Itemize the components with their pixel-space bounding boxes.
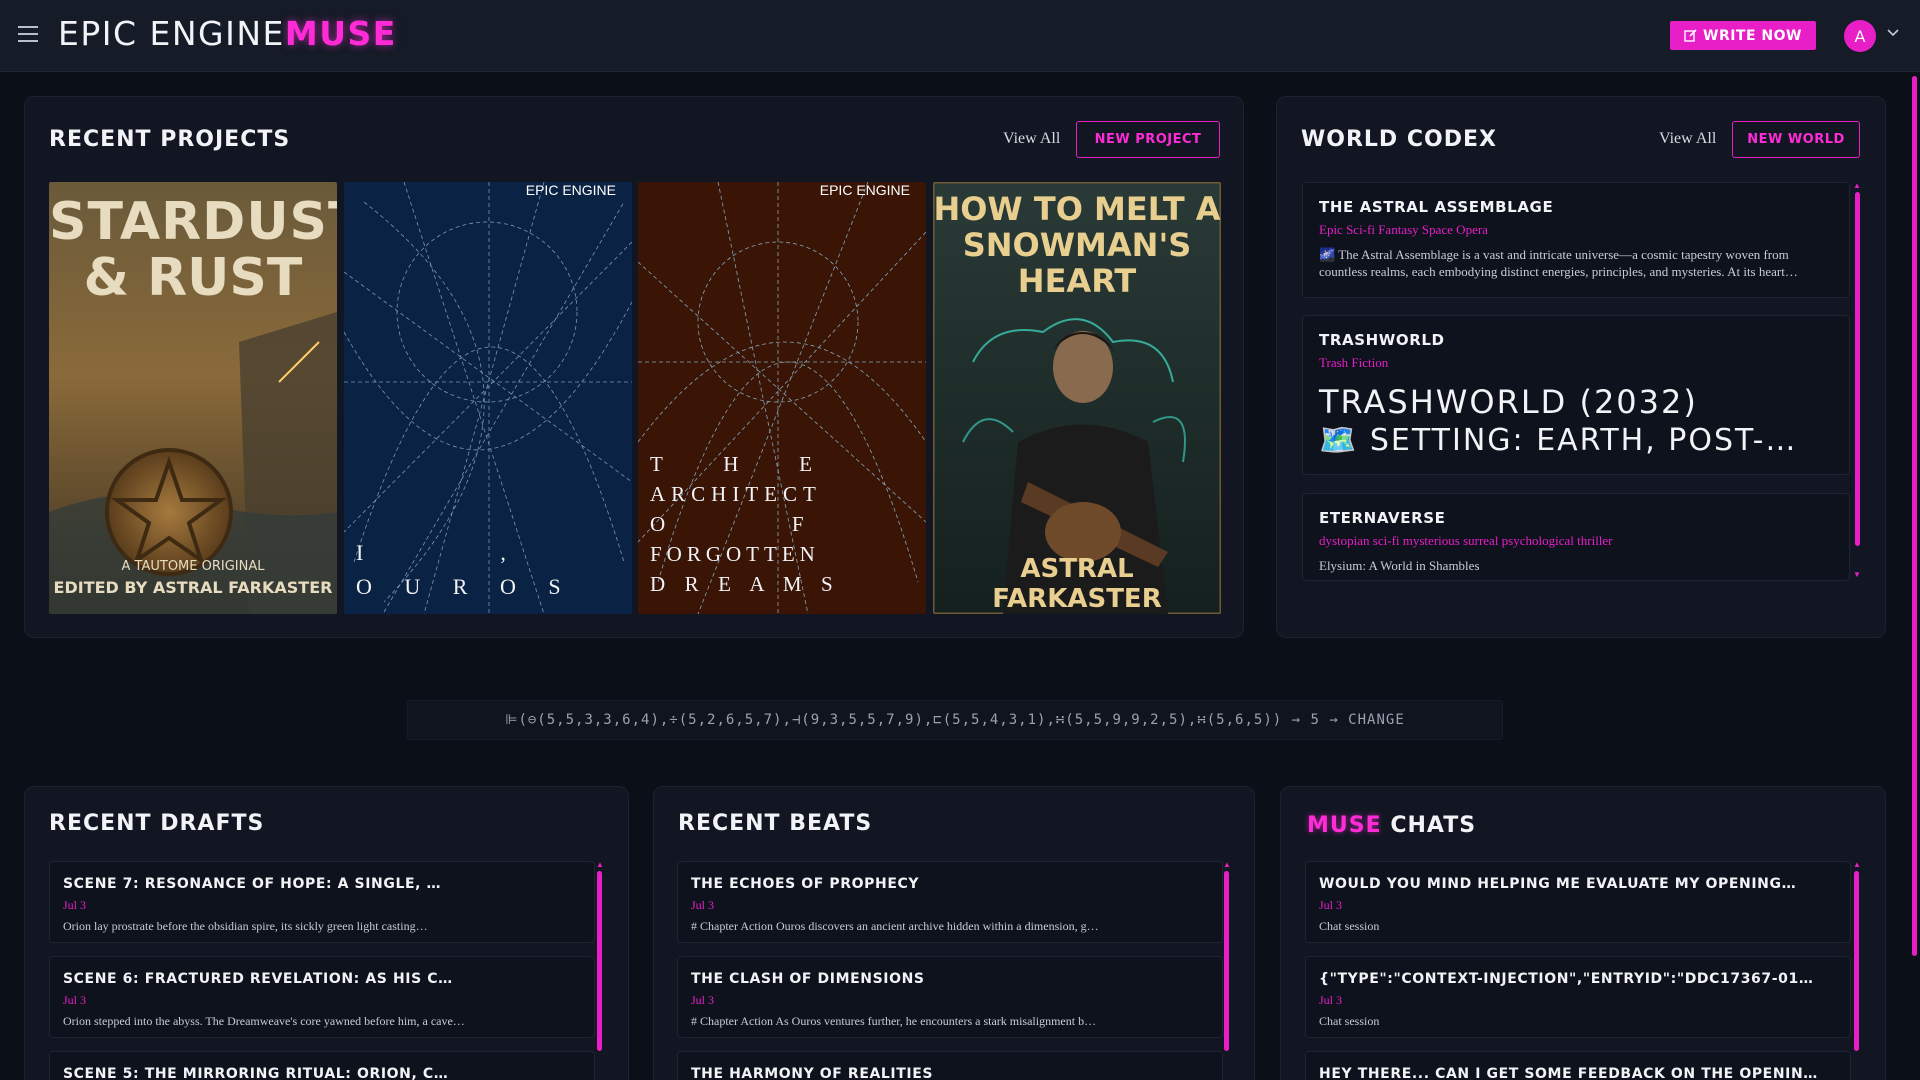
draft-title: SCENE 7: RESONANCE OF HOPE: A SINGLE, …	[63, 876, 442, 892]
muse-chats-label: CHATS	[1390, 813, 1477, 838]
cover-tagline: A TAUTOME ORIGINAL	[121, 559, 265, 574]
draft-text: Orion lay prostrate before the obsidian …	[63, 919, 428, 933]
project-cover-architect[interactable]: EPIC ENGINE T H E ARCHITECT O F FORGOTTE…	[638, 182, 926, 614]
codex-scroll-up-icon[interactable]: ▲	[1853, 181, 1861, 190]
drafts-scroll-up-icon[interactable]: ▲	[596, 860, 604, 869]
codex-card-subtitle: Epic Sci-fi Fantasy Space Opera	[1319, 222, 1488, 237]
beat-text: # Chapter Action Ouros discovers an anci…	[691, 919, 1099, 933]
formula-strip: ⊫(⊖(5,5,3,3,6,4),÷(5,2,6,5,7),⊣(9,3,5,5,…	[407, 700, 1503, 740]
write-now-label: WRITE NOW	[1703, 27, 1802, 44]
page-scrollbar[interactable]	[1912, 76, 1917, 956]
codex-scroll-down-icon[interactable]: ▼	[1853, 570, 1861, 579]
codex-view-all-link[interactable]: View All	[1659, 130, 1716, 148]
codex-card-heading-2: 🗺️ SETTING: EARTH, POST-…	[1319, 423, 1798, 458]
chat-card[interactable]: {"TYPE":"CONTEXT-INJECTION","ENTRYID":"D…	[1305, 956, 1851, 1038]
cover-title-l1: HOW TO MELT A	[933, 190, 1221, 228]
new-project-button[interactable]: NEW PROJECT	[1076, 121, 1220, 158]
project-cover-stardust[interactable]: STARDUST & RUST A TAUTOME ORIGINAL EDITE…	[49, 182, 337, 614]
cover-title-l1: STARDUST	[49, 192, 337, 252]
app-logo[interactable]: EPIC ENGINEMUSE	[58, 14, 397, 53]
avatar[interactable]: A	[1844, 20, 1876, 52]
chat-title: HEY THERE... CAN I GET SOME FEEDBACK ON …	[1319, 1066, 1818, 1080]
cover-brand: EPIC ENGINE	[819, 182, 910, 198]
codex-card-subtitle: Trash Fiction	[1319, 355, 1389, 370]
cover-title-l3: HEART	[1017, 262, 1137, 300]
beat-card[interactable]: THE CLASH OF DIMENSIONS Jul 3 # Chapter …	[677, 956, 1223, 1038]
cover-line-2: O U R O S	[356, 574, 565, 599]
beat-date: Jul 3	[691, 898, 715, 912]
cover-credit: EDITED BY ASTRAL FARKASTER	[53, 578, 333, 597]
beat-title: THE CLASH OF DIMENSIONS	[691, 971, 925, 987]
world-codex-title: WORLD CODEX	[1301, 127, 1497, 152]
codex-card-eternaverse[interactable]: ETERNAVERSE dystopian sci-fi mysterious …	[1302, 493, 1850, 581]
chevron-down-icon[interactable]	[1886, 26, 1900, 45]
beat-title: THE ECHOES OF PROPHECY	[691, 876, 920, 892]
chat-text: Chat session	[1319, 1014, 1380, 1028]
chats-scroll-up-icon[interactable]: ▲	[1853, 860, 1861, 869]
projects-view-all-link[interactable]: View All	[1003, 130, 1060, 148]
codex-card-title: ETERNAVERSE	[1319, 509, 1446, 527]
beat-card[interactable]: THE HARMONY OF REALITIES	[677, 1051, 1223, 1080]
cover-line-4: FORGOTTEN	[650, 542, 820, 566]
project-cover-snowman[interactable]: HOW TO MELT A SNOWMAN'S HEART ASTRAL FAR…	[933, 182, 1221, 614]
draft-card[interactable]: SCENE 6: FRACTURED REVELATION: AS HIS C……	[49, 956, 595, 1038]
chat-title: {"TYPE":"CONTEXT-INJECTION","ENTRYID":"D…	[1319, 971, 1814, 987]
chat-card[interactable]: HEY THERE... CAN I GET SOME FEEDBACK ON …	[1305, 1051, 1851, 1080]
write-now-button[interactable]: WRITE NOW	[1670, 21, 1816, 50]
codex-card-astral[interactable]: THE ASTRAL ASSEMBLAGE Epic Sci-fi Fantas…	[1302, 182, 1850, 298]
recent-beats-title: RECENT BEATS	[678, 811, 873, 836]
beat-card[interactable]: THE ECHOES OF PROPHECY Jul 3 # Chapter A…	[677, 861, 1223, 943]
draft-title: SCENE 6: FRACTURED REVELATION: AS HIS C…	[63, 971, 453, 987]
beat-title: THE HARMONY OF REALITIES	[691, 1066, 934, 1080]
draft-title: SCENE 5: THE MIRRORING RITUAL: ORION, C…	[63, 1066, 449, 1080]
beats-scrollbar[interactable]	[1224, 871, 1229, 1051]
muse-chats-title: MUSE CHATS	[1307, 813, 1476, 838]
cover-credit: ASTRAL FARKASTER	[992, 554, 1162, 614]
codex-card-subtitle: dystopian sci-fi mysterious surreal psyc…	[1319, 533, 1613, 548]
top-bar: EPIC ENGINEMUSE WRITE NOW A	[0, 0, 1920, 72]
chat-date: Jul 3	[1319, 898, 1343, 912]
cover-line-5: D R E A M S	[650, 572, 836, 596]
draft-date: Jul 3	[63, 898, 87, 912]
chat-card[interactable]: WOULD YOU MIND HELPING ME EVALUATE MY OP…	[1305, 861, 1851, 943]
draft-card[interactable]: SCENE 7: RESONANCE OF HOPE: A SINGLE, … …	[49, 861, 595, 943]
draft-text: Orion stepped into the abyss. The Dreamw…	[63, 1014, 465, 1028]
menu-icon[interactable]	[18, 26, 38, 42]
cover-title-l2: & RUST	[83, 248, 303, 308]
cover-line-1: T H E	[650, 452, 815, 476]
chat-text: Chat session	[1319, 919, 1380, 933]
codex-card-title: THE ASTRAL ASSEMBLAGE	[1319, 198, 1554, 216]
logo-main: EPIC ENGINE	[58, 14, 285, 53]
draft-date: Jul 3	[63, 993, 87, 1007]
chats-scrollbar[interactable]	[1854, 871, 1859, 1051]
logo-accent: MUSE	[284, 14, 397, 53]
beat-date: Jul 3	[691, 993, 715, 1007]
muse-chats-accent: MUSE	[1307, 813, 1382, 838]
codex-scrollbar[interactable]	[1855, 192, 1860, 546]
chat-date: Jul 3	[1319, 993, 1343, 1007]
draft-card[interactable]: SCENE 5: THE MIRRORING RITUAL: ORION, C…	[49, 1051, 595, 1080]
chat-title: WOULD YOU MIND HELPING ME EVALUATE MY OP…	[1319, 876, 1797, 892]
codex-card-trashworld[interactable]: TRASHWORLD Trash Fiction TRASHWORLD (203…	[1302, 315, 1850, 475]
beats-scroll-up-icon[interactable]: ▲	[1223, 860, 1231, 869]
codex-card-title: TRASHWORLD	[1319, 331, 1445, 349]
recent-drafts-title: RECENT DRAFTS	[49, 811, 265, 836]
cover-title-l2: SNOWMAN'S	[962, 226, 1192, 264]
drafts-scrollbar[interactable]	[597, 871, 602, 1051]
new-world-button[interactable]: NEW WORLD	[1732, 121, 1860, 158]
beat-text: # Chapter Action As Ouros ventures furth…	[691, 1014, 1097, 1028]
cover-line-2: ARCHITECT	[650, 482, 822, 506]
edit-icon	[1684, 29, 1697, 42]
codex-card-text: Elysium: A World in Shambles	[1319, 558, 1480, 573]
cover-brand: EPIC ENGINE	[525, 182, 616, 198]
codex-card-heading-1: TRASHWORLD (2032)	[1319, 383, 1698, 421]
project-cover-ouros[interactable]: EPIC ENGINE I , O U R O S	[344, 182, 632, 614]
recent-projects-title: RECENT PROJECTS	[49, 127, 291, 152]
codex-card-text: 🌌 The Astral Assemblage is a vast and in…	[1319, 247, 1798, 279]
cover-line-1: I ,	[356, 540, 510, 565]
cover-line-3: O F	[650, 512, 807, 536]
